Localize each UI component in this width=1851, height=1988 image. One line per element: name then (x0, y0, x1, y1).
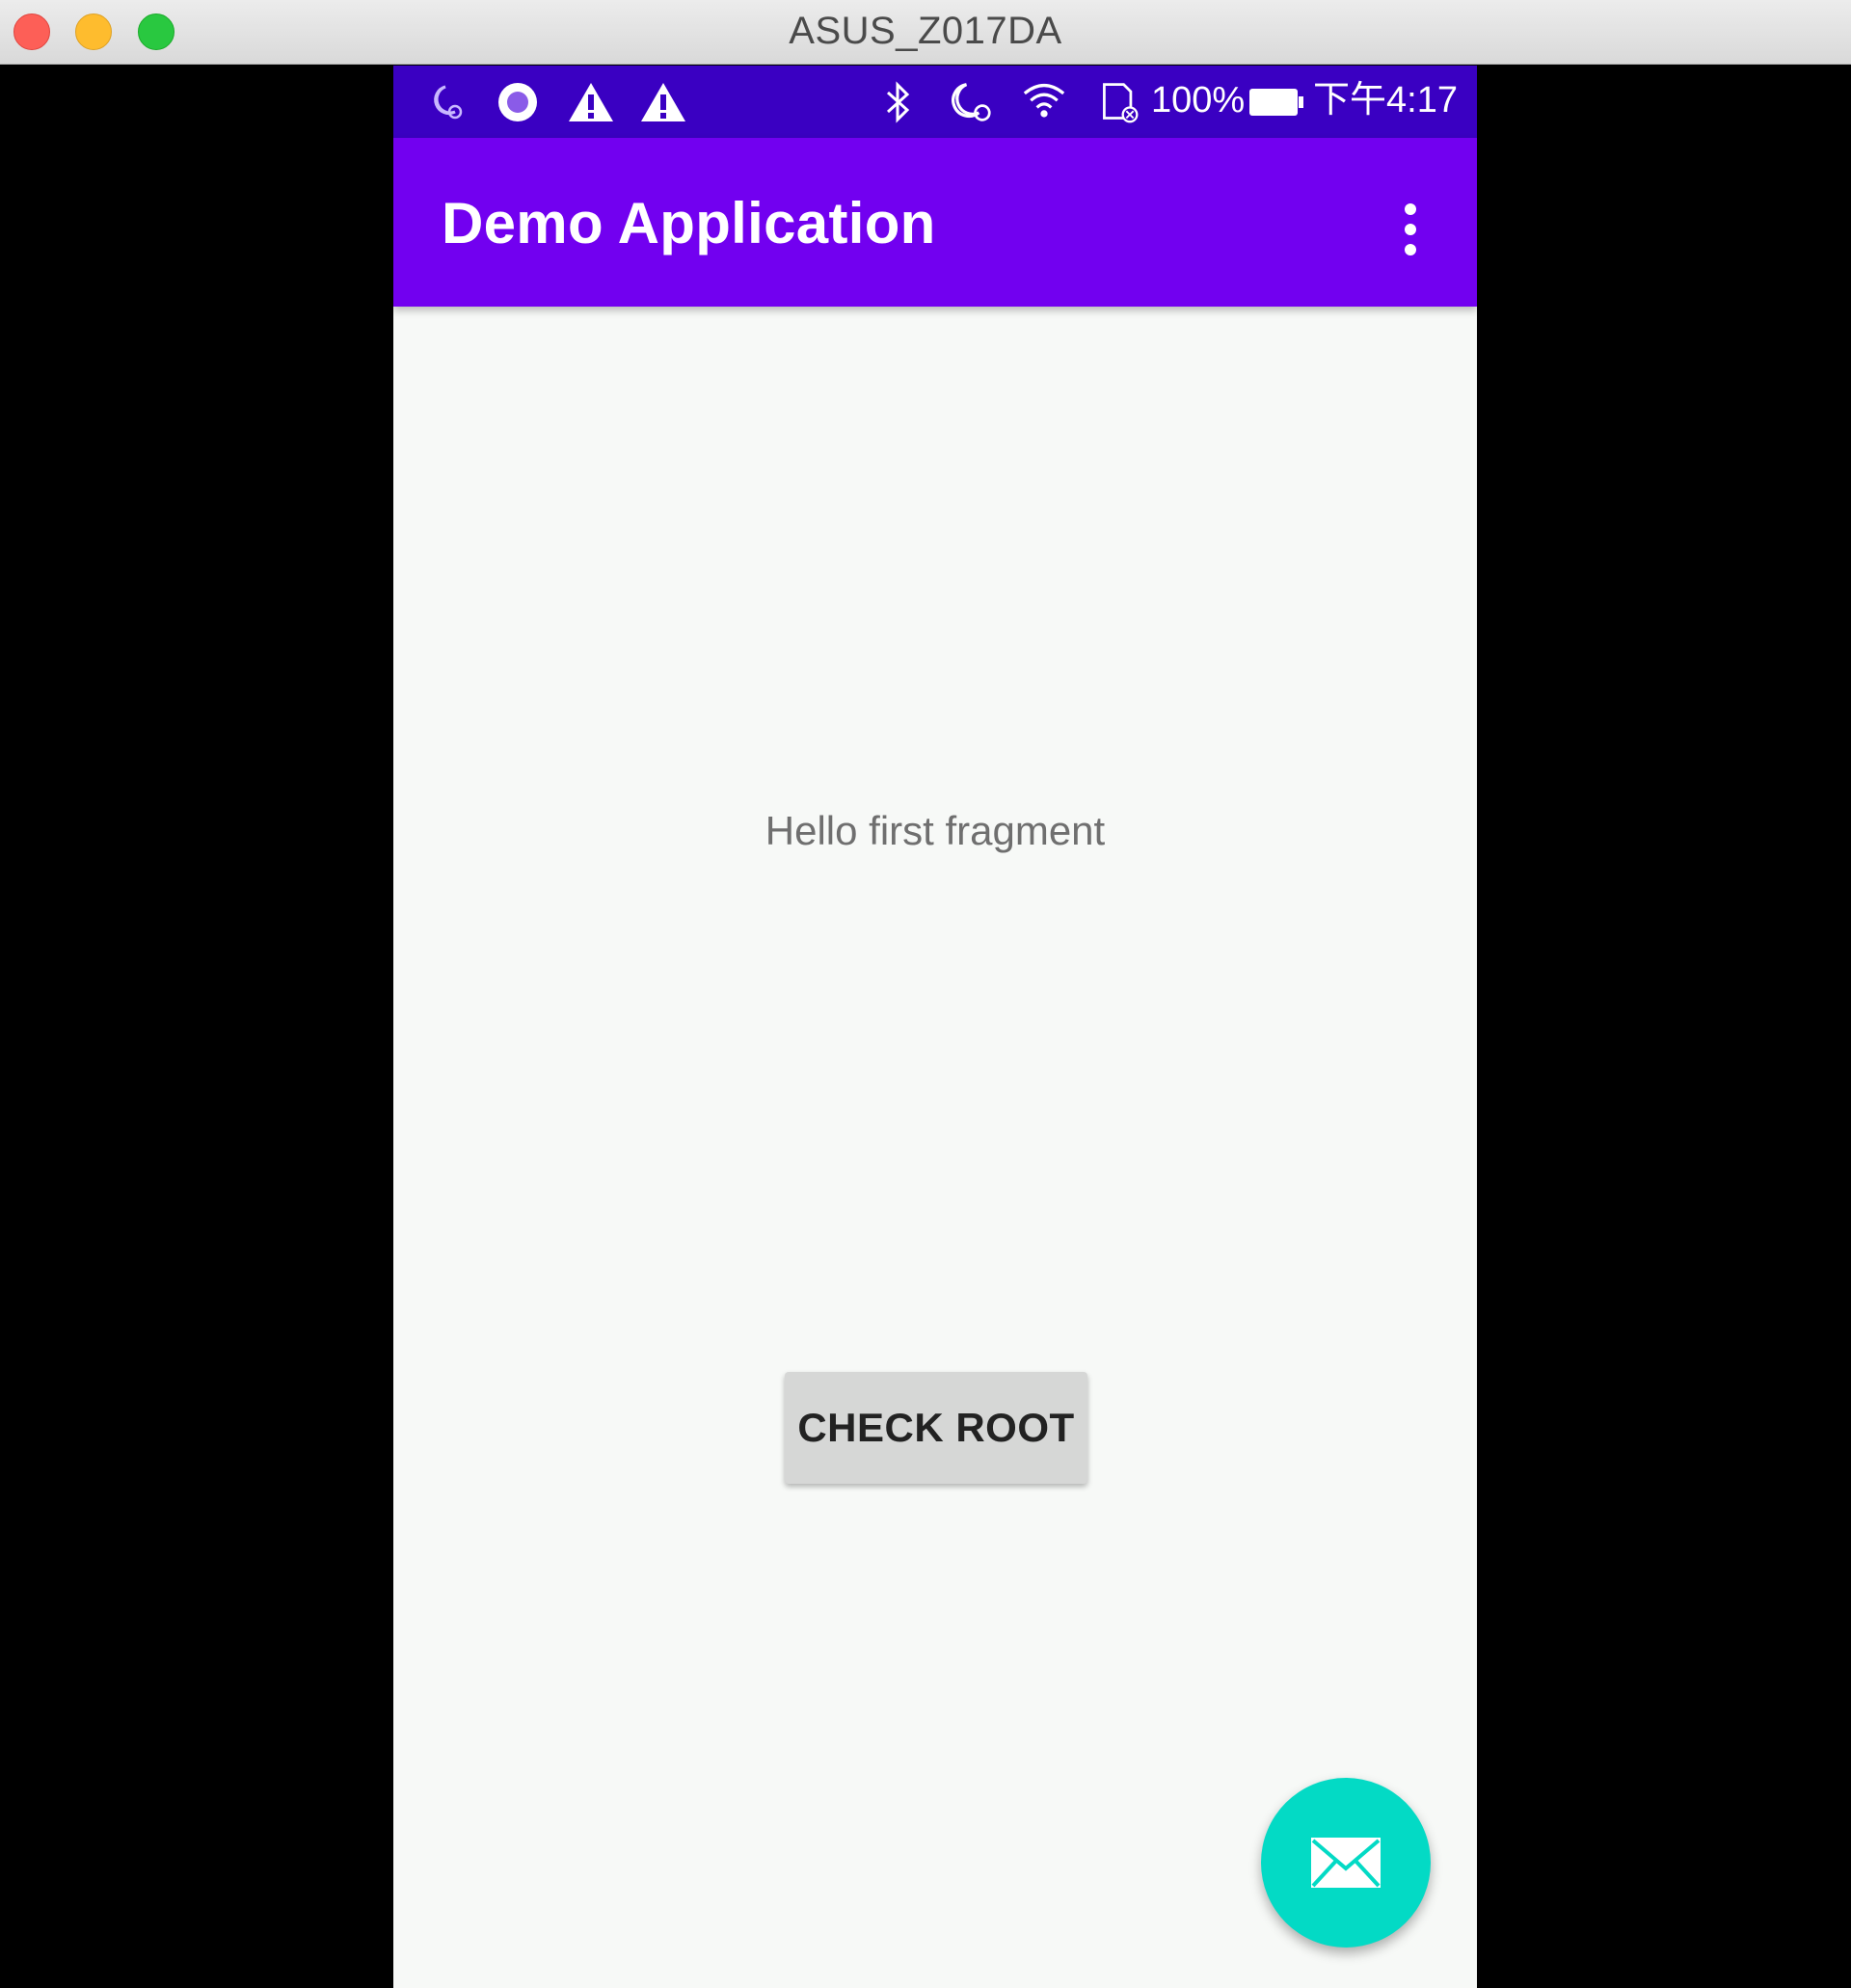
phone-screen: 100% 下午4:17 Demo Application Hello first… (393, 66, 1477, 1988)
status-bar: 100% 下午4:17 (393, 66, 1477, 138)
wifi-icon (1023, 83, 1065, 118)
check-root-button[interactable]: CHECK ROOT (785, 1372, 1087, 1484)
warning-icon (641, 83, 685, 121)
more-options-icon[interactable] (1386, 196, 1435, 263)
battery-icon (1249, 89, 1303, 116)
moon-alarm-icon (434, 85, 463, 120)
app-title: Demo Application (442, 191, 936, 255)
battery-percent: 100% (1151, 80, 1246, 121)
warning-icon (569, 83, 613, 121)
status-time: 下午4:17 (1313, 80, 1458, 121)
sd-card-icon (1103, 83, 1139, 123)
mail-fab-button[interactable] (1261, 1778, 1431, 1948)
window-title: ASUS_Z017DA (789, 10, 1062, 52)
do-not-disturb-icon (952, 83, 991, 121)
window-titlebar: ASUS_Z017DA (0, 0, 1851, 65)
bluetooth-icon (886, 81, 910, 123)
record-icon (498, 83, 537, 121)
fragment-message: Hello first fragment (765, 808, 1106, 853)
app-bar: Demo Application (393, 138, 1477, 307)
mail-icon (1311, 1838, 1381, 1888)
